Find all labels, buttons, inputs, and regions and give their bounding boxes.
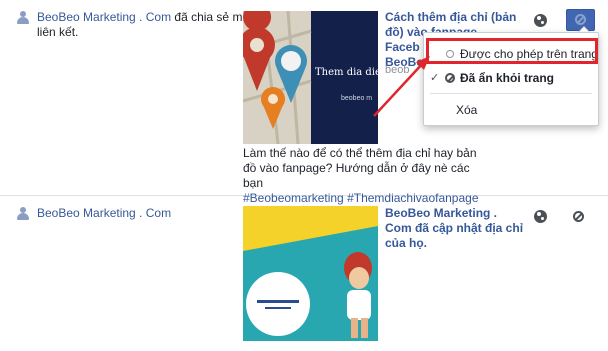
caption-text: Làm thế nào để có thể thêm địa chỉ hay b… bbox=[243, 146, 477, 190]
menu-item-hidden[interactable]: ✓ Đã ẩn khỏi trang bbox=[424, 67, 598, 89]
post-author-link[interactable]: BeoBeo Marketing . Com bbox=[37, 206, 171, 220]
person-icon bbox=[17, 11, 29, 24]
ban-icon bbox=[575, 14, 586, 25]
ban-icon[interactable] bbox=[573, 211, 584, 222]
post-thumbnail[interactable] bbox=[243, 206, 378, 341]
menu-divider bbox=[430, 93, 592, 94]
red-arrow-annotation bbox=[373, 56, 430, 117]
story-title-line: Com đã cập nhật địa chỉ bbox=[385, 221, 524, 235]
story-title-line: BeoBeo Marketing . bbox=[385, 206, 498, 220]
story-title-line: của họ. bbox=[385, 236, 428, 250]
menu-item-delete[interactable]: Xóa bbox=[424, 99, 598, 121]
globe-icon[interactable] bbox=[534, 14, 547, 27]
story-title-line: Cách thêm địa chỉ (bản bbox=[385, 10, 517, 24]
highlight-box bbox=[426, 38, 598, 64]
post-author-line: BeoBeo Marketing . Com đã chia sẻ một li… bbox=[37, 10, 262, 40]
ban-icon bbox=[445, 73, 455, 83]
menu-item-label: Xóa bbox=[456, 103, 478, 117]
yellow-teal-image bbox=[243, 206, 378, 341]
person-icon bbox=[17, 207, 29, 220]
post-row-2: BeoBeo Marketing . Com BeoBeo Marketing … bbox=[0, 196, 608, 351]
story-title-link[interactable]: BeoBeo Marketing . Com đã cập nhật địa c… bbox=[385, 206, 545, 251]
post-thumbnail[interactable]: Them dia diem beobeo m bbox=[243, 11, 378, 144]
post-author-link[interactable]: BeoBeo Marketing . Com bbox=[37, 10, 171, 24]
post-author-line: BeoBeo Marketing . Com bbox=[37, 206, 262, 221]
globe-icon[interactable] bbox=[534, 210, 547, 223]
menu-item-label: Đã ẩn khỏi trang bbox=[460, 71, 555, 85]
